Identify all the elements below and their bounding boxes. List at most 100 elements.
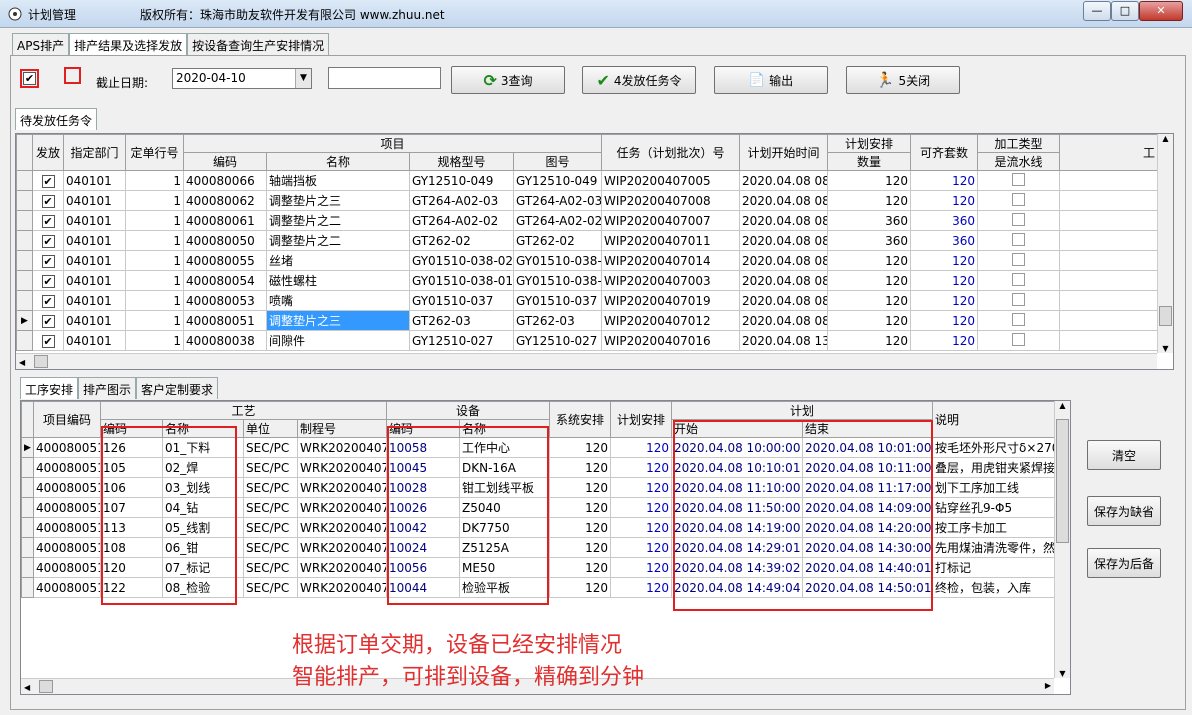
- scroll-down-icon[interactable]: ▼: [1055, 669, 1070, 678]
- unit-cell[interactable]: SEC/PC: [243, 457, 298, 478]
- sys-plan-cell[interactable]: 120: [549, 477, 612, 498]
- row-indicator[interactable]: ▶: [16, 310, 33, 331]
- table-row[interactable]: ✔ 040101 1 400080050 调整垫片之二 GT262-02 GT262-02 W…: [16, 230, 1159, 251]
- hscroll-thumb[interactable]: [39, 680, 53, 693]
- flow-checkbox[interactable]: [1012, 292, 1026, 306]
- task-no-cell[interactable]: WIP20200407003: [601, 270, 741, 291]
- line-cell[interactable]: 1: [125, 270, 184, 291]
- flow-cell[interactable]: [977, 210, 1061, 231]
- issue-task-button[interactable]: ✔ 4发放任务令: [582, 66, 696, 94]
- drawing-cell[interactable]: GY12510-027: [512, 330, 603, 351]
- route-cell[interactable]: WRK20200407: [296, 537, 388, 558]
- col-proc-type[interactable]: 加工类型: [977, 134, 1061, 153]
- project-code-cell[interactable]: 400080051: [33, 517, 101, 538]
- qty-cell[interactable]: 360: [827, 210, 912, 231]
- task-no-cell[interactable]: WIP20200407012: [601, 310, 741, 331]
- checkbox-2[interactable]: [64, 67, 81, 84]
- scroll-up-icon[interactable]: ▲: [1055, 401, 1070, 410]
- col-extra[interactable]: 工: [1059, 134, 1159, 171]
- name-cell[interactable]: 喷嘴: [266, 290, 410, 311]
- drawing-cell[interactable]: GT262-03: [512, 310, 603, 331]
- scroll-down-icon[interactable]: ▼: [1158, 344, 1173, 353]
- tab-customer-req[interactable]: 客户定制要求: [136, 377, 219, 399]
- drawing-cell[interactable]: GT264-A02-03: [512, 190, 603, 211]
- line-cell[interactable]: 1: [125, 310, 184, 331]
- line-cell[interactable]: 1: [125, 190, 184, 211]
- issue-checkbox[interactable]: ✔: [41, 234, 55, 248]
- kit-cell[interactable]: 120: [910, 270, 979, 291]
- clear-button[interactable]: 清空: [1087, 440, 1161, 470]
- flow-cell[interactable]: [977, 230, 1061, 251]
- line-cell[interactable]: 1: [125, 330, 184, 351]
- route-cell[interactable]: WRK20200407: [296, 557, 388, 578]
- tab-equipment-query[interactable]: 按设备查询生产安排情况: [187, 33, 330, 55]
- kit-cell[interactable]: 120: [910, 310, 979, 331]
- drawing-cell[interactable]: GY01510-037: [512, 290, 603, 311]
- issue-checkbox[interactable]: ✔: [41, 214, 55, 228]
- code-cell[interactable]: 400080053: [183, 290, 267, 311]
- qty-cell[interactable]: 120: [827, 330, 912, 351]
- row-indicator[interactable]: [16, 230, 33, 251]
- col-drawing[interactable]: 图号: [512, 152, 603, 171]
- spec-cell[interactable]: GY01510-038-02: [409, 250, 514, 271]
- name-cell[interactable]: 调整垫片之二: [266, 210, 410, 231]
- maximize-button[interactable]: □: [1111, 1, 1139, 21]
- name-cell[interactable]: 调整垫片之三: [266, 310, 410, 331]
- qty-cell[interactable]: 360: [827, 230, 912, 251]
- unit-cell[interactable]: SEC/PC: [243, 577, 298, 598]
- issue-checkbox[interactable]: ✔: [41, 274, 55, 288]
- task-no-cell[interactable]: WIP20200407005: [601, 170, 741, 191]
- sys-plan-cell[interactable]: 120: [549, 517, 612, 538]
- row-indicator[interactable]: [21, 457, 34, 478]
- date-select[interactable]: 2020-04-10 ▼: [172, 68, 312, 89]
- unit-cell[interactable]: SEC/PC: [243, 437, 298, 458]
- save-default-button[interactable]: 保存为缺省: [1087, 496, 1161, 526]
- note-cell[interactable]: 叠层，用虎钳夹紧焊接: [932, 457, 1056, 478]
- process-grid-vscroll[interactable]: ▲ ▼: [1054, 401, 1070, 678]
- drawing-cell[interactable]: GT262-02: [512, 230, 603, 251]
- col-dept[interactable]: 指定部门: [63, 134, 126, 171]
- start-time-cell[interactable]: 2020.04.08 08:0: [739, 290, 829, 311]
- code-cell[interactable]: 400080055: [183, 250, 267, 271]
- close-window-button[interactable]: ✕: [1139, 1, 1183, 21]
- task-no-cell[interactable]: WIP20200407008: [601, 190, 741, 211]
- note-cell[interactable]: 按毛坯外形尺寸δ×270: [932, 437, 1056, 458]
- qty-cell[interactable]: 120: [827, 310, 912, 331]
- kit-cell[interactable]: 120: [910, 250, 979, 271]
- row-indicator[interactable]: [21, 557, 34, 578]
- table-row[interactable]: ✔ 040101 1 400080053 喷嘴 GY01510-037 GY01510-03…: [16, 290, 1159, 311]
- qty-cell[interactable]: 120: [827, 290, 912, 311]
- row-indicator[interactable]: [16, 250, 33, 271]
- col-kit[interactable]: 可齐套数: [910, 134, 979, 171]
- code-cell[interactable]: 400080051: [183, 310, 267, 331]
- spec-cell[interactable]: GT264-A02-02: [409, 210, 514, 231]
- flow-cell[interactable]: [977, 190, 1061, 211]
- kit-cell[interactable]: 120: [910, 170, 979, 191]
- plan-cell[interactable]: 120: [610, 557, 673, 578]
- sys-plan-cell[interactable]: 120: [549, 577, 612, 598]
- name-cell[interactable]: 间隙件: [266, 330, 410, 351]
- unit-cell[interactable]: SEC/PC: [243, 537, 298, 558]
- name-cell[interactable]: 调整垫片之三: [266, 190, 410, 211]
- sys-plan-cell[interactable]: 120: [549, 497, 612, 518]
- project-code-cell[interactable]: 400080051: [33, 457, 101, 478]
- project-code-cell[interactable]: 400080051: [33, 437, 101, 458]
- qty-cell[interactable]: 120: [827, 170, 912, 191]
- issue-checkbox[interactable]: ✔: [41, 194, 55, 208]
- code-cell[interactable]: 400080054: [183, 270, 267, 291]
- table-row[interactable]: ▶ ✔ 040101 1 400080051 调整垫片之三 GT262-03 GT262-03…: [16, 310, 1159, 331]
- issue-checkbox[interactable]: ✔: [41, 254, 55, 268]
- task-no-cell[interactable]: WIP20200407016: [601, 330, 741, 351]
- start-time-cell[interactable]: 2020.04.08 08:0: [739, 190, 829, 211]
- col-line-no[interactable]: 定单行号: [125, 134, 184, 171]
- issue-cell[interactable]: ✔: [32, 210, 64, 231]
- qty-cell[interactable]: 120: [827, 250, 912, 271]
- name-cell[interactable]: 调整垫片之二: [266, 230, 410, 251]
- task-no-cell[interactable]: WIP20200407011: [601, 230, 741, 251]
- sys-plan-cell[interactable]: 120: [549, 457, 612, 478]
- dept-cell[interactable]: 040101: [63, 230, 126, 251]
- route-cell[interactable]: WRK20200407: [296, 477, 388, 498]
- flow-checkbox[interactable]: [1012, 312, 1026, 326]
- line-cell[interactable]: 1: [125, 250, 184, 271]
- plan-cell[interactable]: 120: [610, 457, 673, 478]
